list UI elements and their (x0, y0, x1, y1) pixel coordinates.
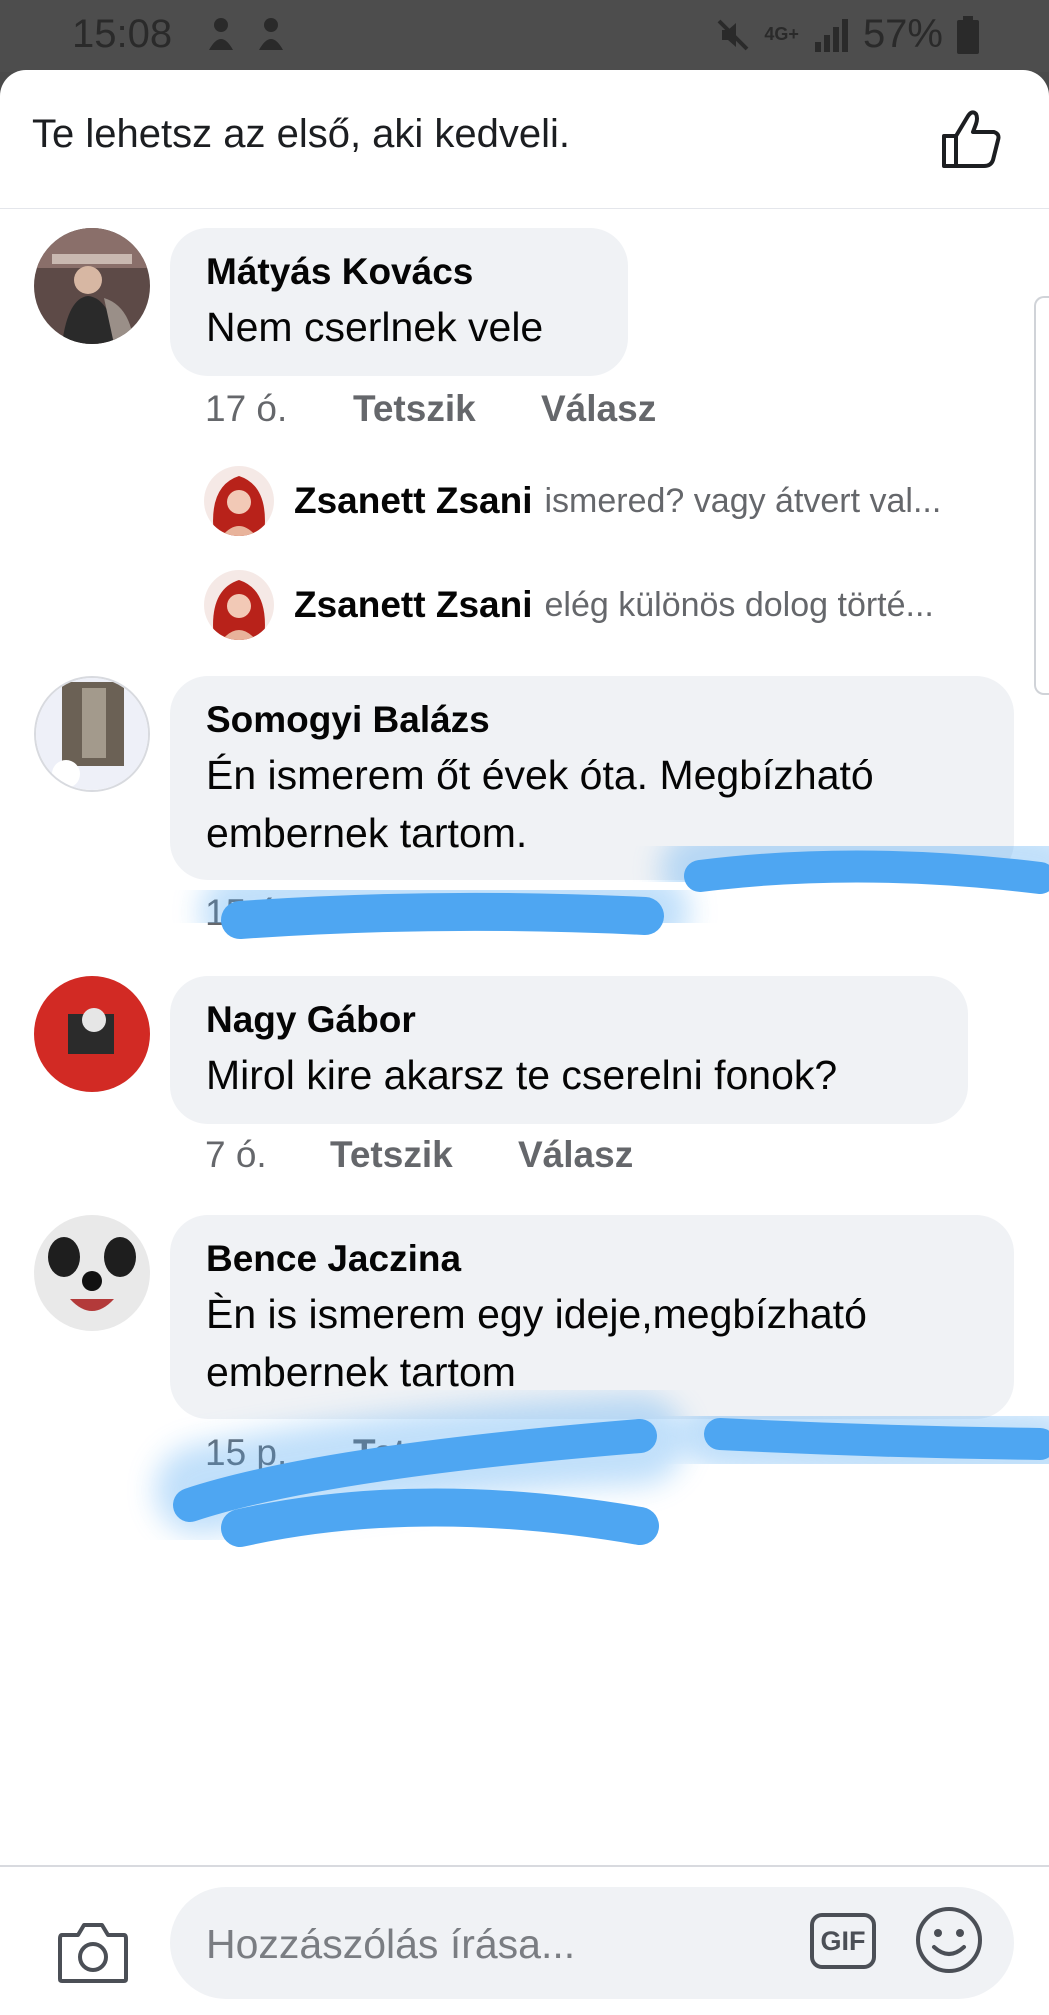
comment-bubble[interactable]: Somogyi Balázs Én ismerem őt évek óta. M… (170, 676, 1014, 880)
comment-text: Èn is ismerem egy ideje,megbízható (206, 1291, 867, 1337)
comment-text: Én ismerem őt évek óta. Megbízható (206, 752, 874, 798)
reply-author[interactable]: Zsanett Zsani (294, 480, 533, 522)
comment-time[interactable]: 15 p. (205, 1432, 353, 1474)
reply-button[interactable]: Válasz (541, 388, 656, 430)
battery-percent: 57% (862, 12, 943, 56)
comment-actions: 15 p. Tetsz (205, 1432, 445, 1474)
comment-bubble[interactable]: Bence Jaczina Èn is ismerem egy ideje,me… (170, 1215, 1014, 1419)
like-button[interactable]: Tetszik (353, 388, 541, 430)
signal-icon (814, 18, 848, 52)
comment-author[interactable]: Bence Jaczina (206, 1237, 978, 1281)
notification-icon (209, 18, 233, 50)
emoji-icon[interactable] (914, 1905, 984, 1975)
avatar-photo-icon (34, 976, 150, 1092)
network-type: 4G+ (764, 24, 799, 44)
avatar[interactable] (34, 228, 150, 344)
avatar[interactable] (34, 976, 150, 1092)
mute-icon (717, 19, 749, 50)
comment-text: Nem cserlnek vele (206, 304, 544, 350)
avatar-photo-icon (204, 570, 274, 640)
like-header: Te lehetsz az első, aki kedveli. (0, 70, 1049, 209)
avatar[interactable] (34, 1215, 150, 1331)
status-bar: 15:08 4G+ 57% (0, 0, 1049, 72)
comment-author[interactable]: Nagy Gábor (206, 998, 932, 1042)
comment-text: embernek tartom. (206, 810, 528, 856)
comment-bubble[interactable]: Nagy Gábor Mirol kire akarsz te cserelni… (170, 976, 968, 1124)
camera-icon[interactable] (56, 1919, 130, 1985)
reply-preview[interactable]: Zsanett Zsani ismered? vagy átvert val..… (204, 466, 941, 536)
like-button[interactable]: Tetsz (353, 1432, 445, 1474)
comment-author[interactable]: Mátyás Kovács (206, 250, 592, 294)
comment-actions: 17 ó. Tetszik Válasz (205, 388, 656, 430)
reply-author[interactable]: Zsanett Zsani (294, 584, 533, 626)
avatar[interactable] (204, 570, 274, 640)
status-time: 15:08 (72, 12, 173, 56)
comment-composer: GIF (0, 1865, 1049, 2015)
comment-time[interactable]: 7 ó. (205, 1134, 330, 1176)
comment-time[interactable]: 15 ó. (205, 892, 287, 934)
gif-button[interactable]: GIF (810, 1913, 876, 1969)
comment-input[interactable] (204, 1911, 768, 1977)
comments-sheet: Te lehetsz az első, aki kedveli. Mátyás … (0, 70, 1049, 2015)
comment-bubble[interactable]: Mátyás Kovács Nem cserlnek vele (170, 228, 628, 376)
avatar[interactable] (204, 466, 274, 536)
avatar[interactable] (34, 676, 150, 792)
avatar-photo-icon (34, 228, 150, 344)
comment-author[interactable]: Somogyi Balázs (206, 698, 978, 742)
comment-text: Mirol kire akarsz te cserelni fonok? (206, 1052, 838, 1098)
comment-input-wrapper: GIF (170, 1887, 1014, 1999)
scrollbar[interactable] (1034, 296, 1049, 695)
avatar-photo-icon (36, 678, 148, 790)
like-prompt: Te lehetsz az első, aki kedveli. (32, 112, 571, 156)
comment-time[interactable]: 17 ó. (205, 388, 353, 430)
reply-text: ismered? vagy átvert val... (544, 481, 942, 520)
notification-icon (259, 18, 283, 50)
comment-actions: 15 ó. (205, 892, 287, 934)
comment-actions: 7 ó. Tetszik Válasz (205, 1134, 633, 1176)
battery-icon (957, 15, 979, 54)
reply-preview[interactable]: Zsanett Zsani elég különös dolog törté..… (204, 570, 934, 640)
avatar-photo-icon (204, 466, 274, 536)
reply-button[interactable]: Válasz (518, 1134, 633, 1176)
avatar-photo-icon (34, 1215, 150, 1331)
reply-text: elég különös dolog törté... (544, 585, 934, 624)
comment-text: embernek tartom (206, 1349, 516, 1395)
like-button[interactable]: Tetszik (330, 1134, 518, 1176)
thumbs-up-icon[interactable] (938, 106, 1004, 172)
